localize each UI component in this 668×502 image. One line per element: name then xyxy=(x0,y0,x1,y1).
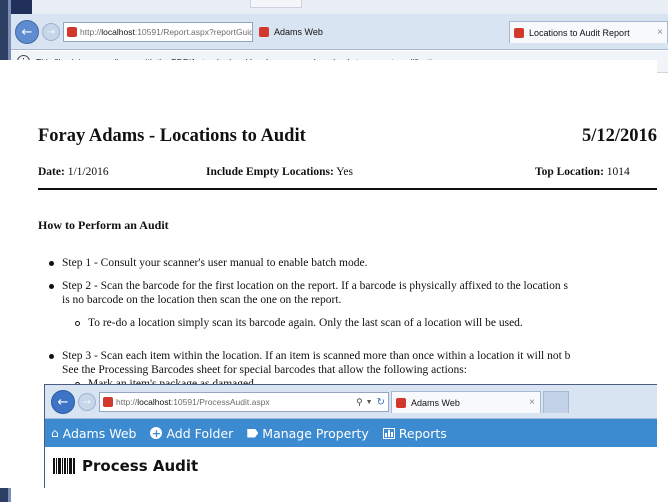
nav-label: Add Folder xyxy=(166,425,234,441)
forward-button[interactable]: → xyxy=(78,393,96,411)
sub-bullet xyxy=(75,321,80,326)
step-2-line-2: is no barcode on the location then scan … xyxy=(62,294,342,306)
meta-empty-label: Include Empty Locations: xyxy=(206,166,334,178)
address-host: localhost xyxy=(137,397,171,407)
tab-label: Adams Web xyxy=(274,27,323,37)
nav-label: Manage Property xyxy=(262,425,369,441)
address-path: :10591/Report.aspx?reportGuid=baf xyxy=(134,27,252,37)
site-favicon-icon xyxy=(514,27,524,38)
address-protocol: http:// xyxy=(80,27,102,37)
arrow-left-icon: ← xyxy=(57,394,69,410)
step-3-line-1: Step 3 - Scan each item within the locat… xyxy=(62,350,571,362)
top-window-strip xyxy=(0,0,668,14)
bar-chart-icon xyxy=(382,427,395,439)
step-2-line-1: Step 2 - Scan the barcode for the first … xyxy=(62,280,568,292)
address-bar[interactable]: http://localhost:10591/ProcessAudit.aspx… xyxy=(99,392,389,412)
site-favicon-icon xyxy=(259,27,269,37)
app-navbar: ⌂ Adams Web + Add Folder Manage Property… xyxy=(45,419,657,447)
refresh-icon[interactable]: ↻ xyxy=(374,397,388,408)
meta-include-empty: Include Empty Locations: Yes xyxy=(206,166,353,178)
address-path: :10591/ProcessAudit.aspx xyxy=(170,397,270,407)
nav-manage-property[interactable]: Manage Property xyxy=(247,426,369,441)
address-host: localhost xyxy=(101,27,135,37)
tab-label: Locations to Audit Report xyxy=(529,27,630,38)
back-button[interactable]: ← xyxy=(15,20,39,44)
meta-top-label: Top Location: xyxy=(535,166,604,178)
meta-date-label: Date: xyxy=(38,166,65,178)
header-divider xyxy=(38,188,657,190)
page-title: Process Audit xyxy=(53,457,198,475)
site-favicon-icon xyxy=(103,397,113,407)
arrow-right-icon: → xyxy=(46,26,56,38)
nav-reports[interactable]: Reports xyxy=(382,425,447,441)
tab-adams-web[interactable]: Adams Web × xyxy=(391,391,541,413)
tab-locations-report[interactable]: Locations to Audit Report × xyxy=(509,21,668,43)
step-2-sub: To re-do a location simply scan its barc… xyxy=(88,317,523,329)
meta-empty-value: Yes xyxy=(336,166,353,178)
plus-circle-icon: + xyxy=(150,426,163,440)
section-heading: How to Perform an Audit xyxy=(38,218,169,232)
arrow-left-icon: ← xyxy=(21,24,33,40)
back-button[interactable]: ← xyxy=(51,390,75,414)
close-icon[interactable]: × xyxy=(529,397,535,408)
search-icon[interactable]: ⚲ xyxy=(354,397,365,408)
tab-label: Adams Web xyxy=(411,397,460,408)
address-bar[interactable]: http://localhost:10591/Report.aspx?repor… xyxy=(63,22,253,42)
window-tab-stub[interactable] xyxy=(250,0,302,8)
close-icon[interactable]: × xyxy=(657,27,663,38)
meta-date-value: 1/1/2016 xyxy=(67,166,109,178)
forward-button[interactable]: → xyxy=(42,23,60,41)
bullet xyxy=(49,354,54,359)
inner-browser-toolbar: ← → http://localhost:10591/ProcessAudit.… xyxy=(45,385,657,419)
step-1: Step 1 - Consult your scanner's user man… xyxy=(62,257,368,269)
meta-date: Date: 1/1/2016 xyxy=(38,166,109,178)
nav-label: Adams Web xyxy=(62,425,137,441)
report-date: 5/12/2016 xyxy=(582,126,658,146)
site-favicon-icon xyxy=(396,397,406,408)
address-protocol: http:// xyxy=(116,397,138,407)
nav-add-folder[interactable]: + Add Folder xyxy=(150,426,233,441)
home-icon: ⌂ xyxy=(51,426,59,440)
bullet xyxy=(49,284,54,289)
report-title: Foray Adams - Locations to Audit xyxy=(38,126,306,146)
barcode-icon xyxy=(53,458,76,474)
site-favicon-icon xyxy=(67,27,77,37)
new-tab-button[interactable] xyxy=(543,391,569,413)
browser-toolbar: ← → http://localhost:10591/Report.aspx?r… xyxy=(11,14,668,50)
inner-browser-window: ← → http://localhost:10591/ProcessAudit.… xyxy=(44,384,657,488)
tab-adams-web[interactable]: Adams Web xyxy=(255,21,505,43)
nav-adams-web[interactable]: ⌂ Adams Web xyxy=(51,426,136,441)
dropdown-arrow-icon[interactable]: ▼ xyxy=(365,399,374,406)
bullet xyxy=(49,261,54,266)
meta-top-value: 1014 xyxy=(606,166,630,178)
meta-top-location: Top Location: 1014 xyxy=(535,166,630,178)
tag-icon xyxy=(247,428,259,438)
arrow-right-icon: → xyxy=(82,396,92,408)
step-3-line-2: See the Processing Barcodes sheet for sp… xyxy=(62,364,467,376)
page-title-text: Process Audit xyxy=(82,457,199,475)
nav-label: Reports xyxy=(398,425,447,441)
